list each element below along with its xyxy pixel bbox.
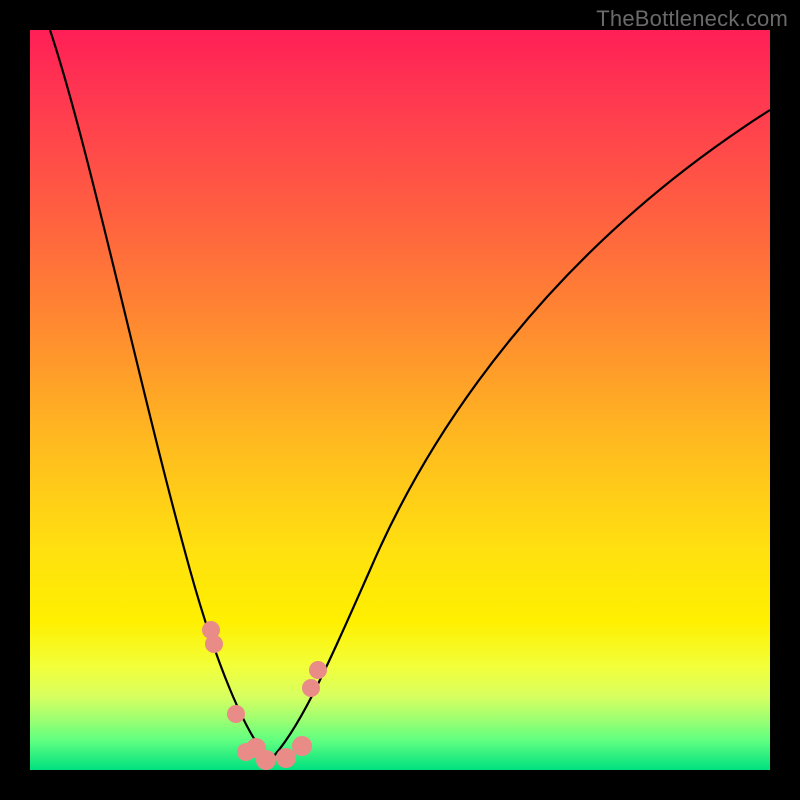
chart-frame: TheBottleneck.com: [0, 0, 800, 800]
watermark-text: TheBottleneck.com: [596, 6, 788, 32]
dot-cluster: [202, 621, 327, 770]
right-curve: [270, 110, 770, 760]
curves-svg: [30, 30, 770, 770]
plot-area: [30, 30, 770, 770]
left-curve: [50, 30, 270, 760]
